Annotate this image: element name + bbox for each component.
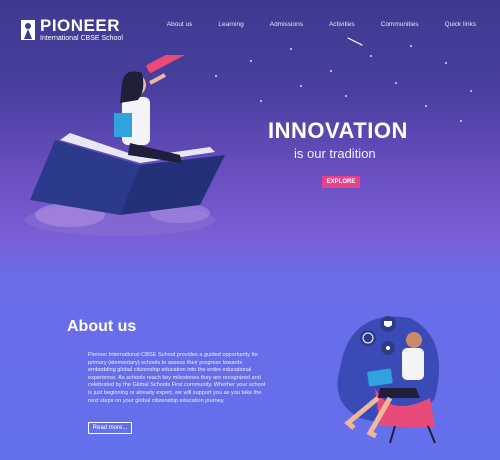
shooting-star-icon <box>347 37 363 46</box>
about-title: About us <box>67 318 137 335</box>
nav-admissions[interactable]: Admissions <box>270 21 303 28</box>
logo-mark-icon <box>21 20 35 40</box>
explore-button[interactable]: EXPLORE <box>322 176 360 188</box>
nav-learning[interactable]: Learning <box>218 21 243 28</box>
hero-subtitle: is our tradition <box>294 146 376 161</box>
telescope-icon <box>146 55 185 85</box>
globe-icon <box>360 330 376 346</box>
book-icon <box>30 133 225 215</box>
atom-icon <box>381 341 395 355</box>
hero-title: INNOVATION <box>268 118 408 143</box>
brand-tagline: International CBSE School <box>40 35 123 42</box>
nav-activities[interactable]: Activities <box>329 21 355 28</box>
about-body: Pioneer International CBSE School provid… <box>88 352 266 404</box>
trophy-icon <box>380 316 396 332</box>
nav-communities[interactable]: Communities <box>381 21 419 28</box>
read-more-button[interactable]: Read more... <box>88 422 132 434</box>
hero-illustration <box>25 55 225 236</box>
main-nav: About us Learning Admissions Activities … <box>141 21 476 28</box>
brand-logo[interactable]: PIONEER International CBSE School <box>20 17 123 43</box>
brand-name: PIONEER <box>40 16 121 35</box>
nav-quick-links[interactable]: Quick links <box>445 21 476 28</box>
girl-figure <box>114 71 182 163</box>
nav-about[interactable]: About us <box>167 21 193 28</box>
about-illustration <box>337 316 440 444</box>
